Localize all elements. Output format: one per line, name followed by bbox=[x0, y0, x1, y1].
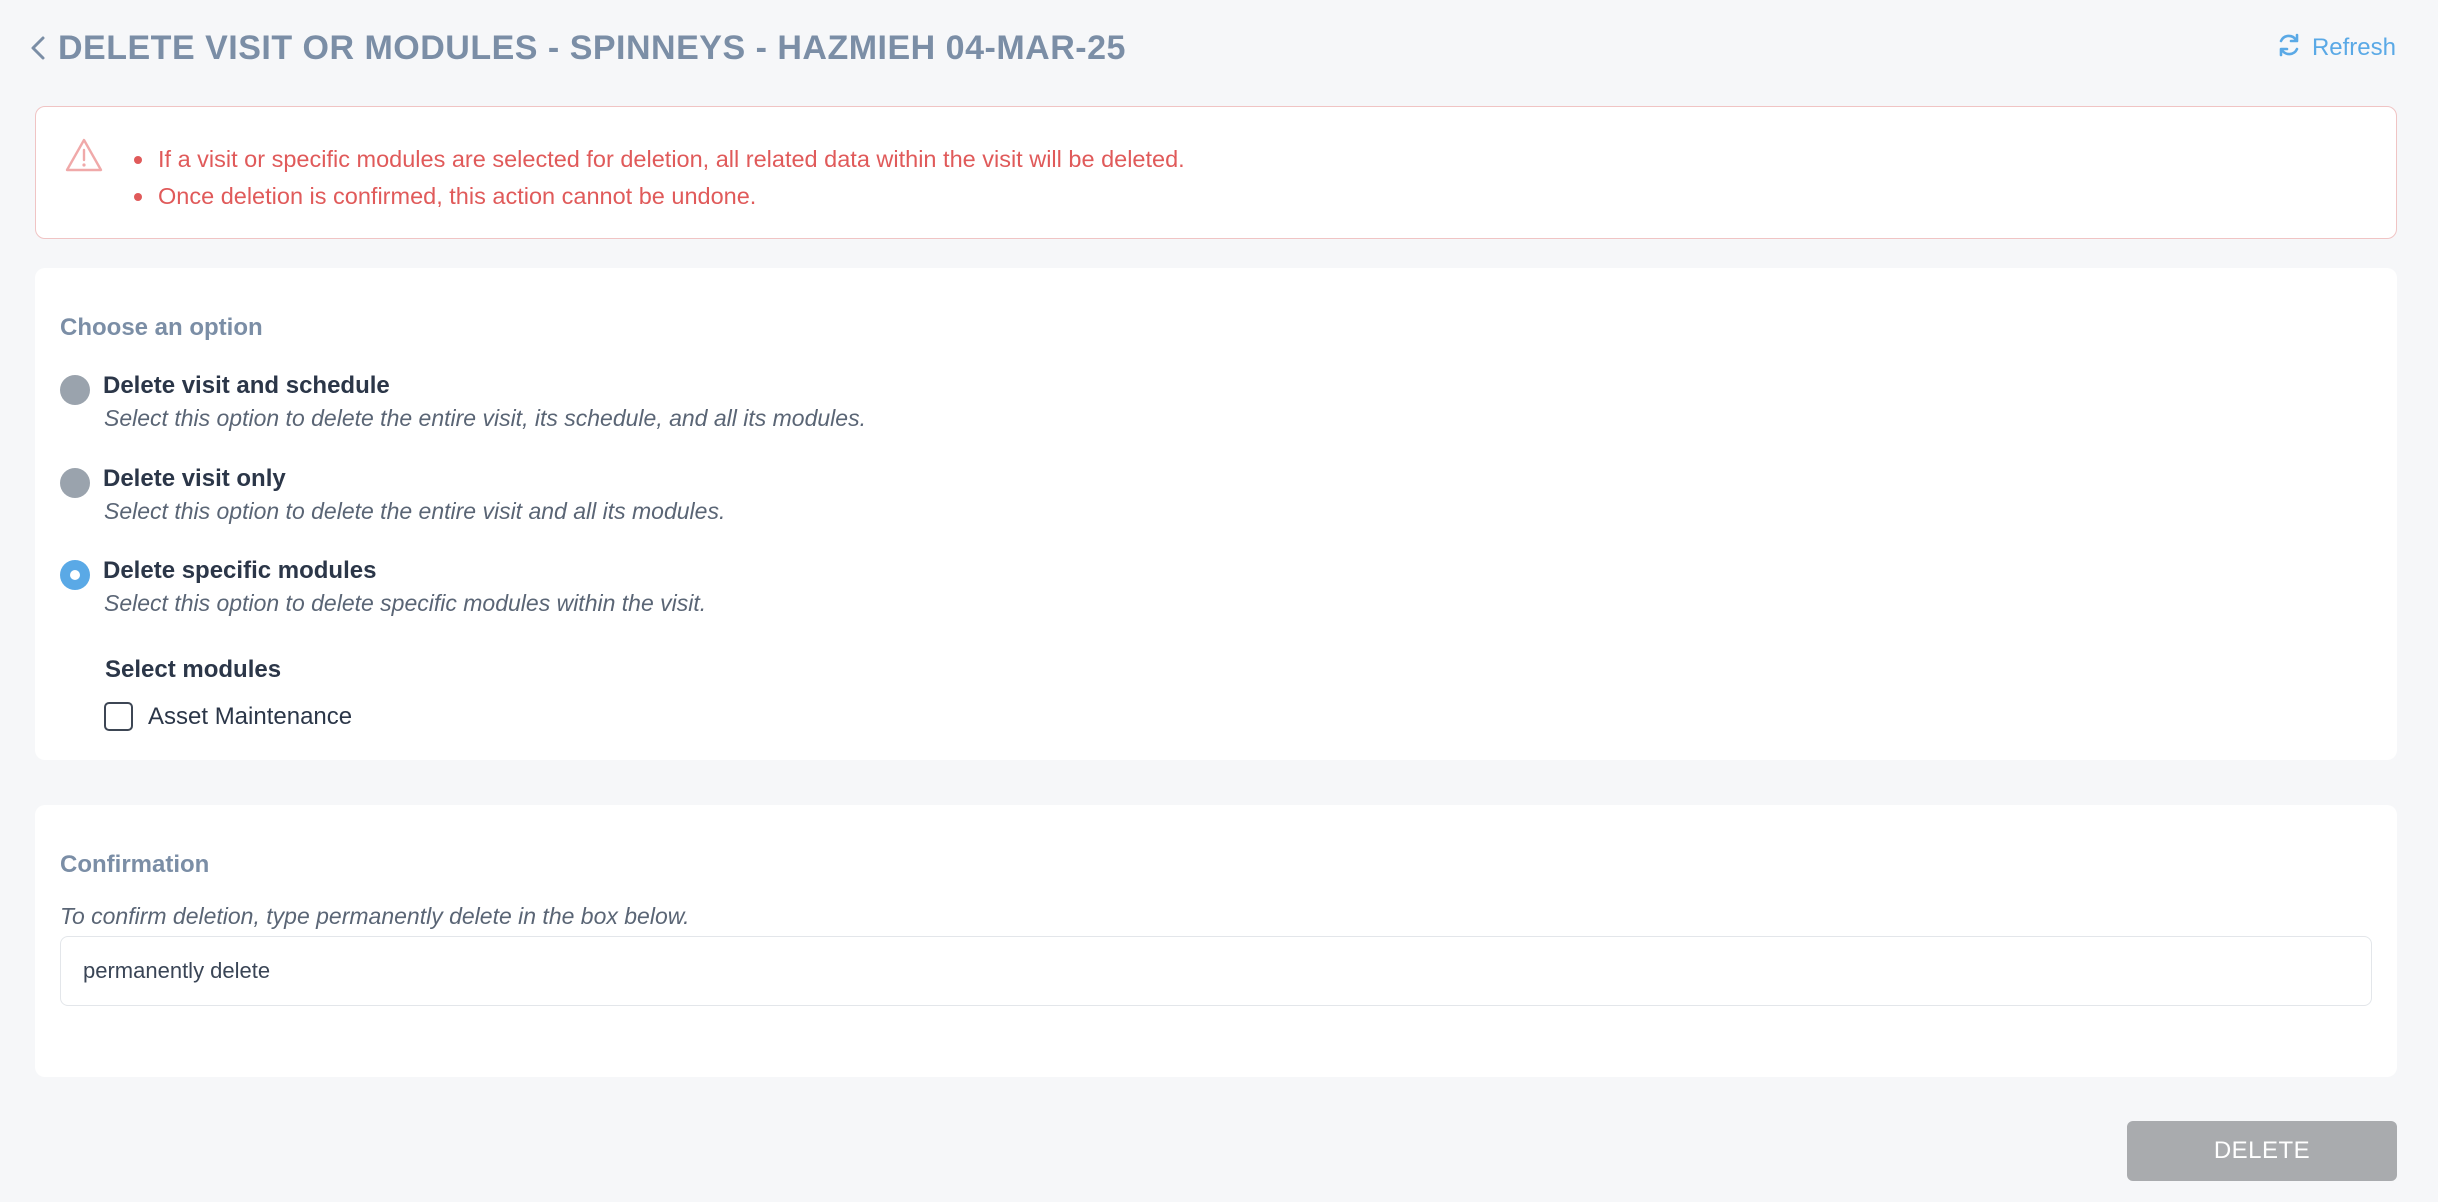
confirmation-label: Confirmation bbox=[60, 851, 210, 878]
confirmation-description: To confirm deletion, type permanently de… bbox=[60, 903, 690, 929]
option-title[interactable]: Delete visit only bbox=[103, 465, 286, 493]
chevron-left-icon[interactable] bbox=[30, 33, 52, 63]
radio-delete-visit-only[interactable] bbox=[60, 468, 90, 498]
delete-button[interactable]: DELETE bbox=[2127, 1121, 2397, 1181]
module-checkbox[interactable] bbox=[104, 702, 133, 731]
warning-box: If a visit or specific modules are selec… bbox=[35, 106, 2397, 239]
refresh-button[interactable]: Refresh bbox=[2276, 32, 2396, 65]
page-title: DELETE VISIT OR MODULES - SPINNEYS - HAZ… bbox=[58, 28, 1126, 67]
option-title[interactable]: Delete visit and schedule bbox=[103, 372, 390, 400]
title-wrap: DELETE VISIT OR MODULES - SPINNEYS - HAZ… bbox=[30, 29, 1126, 68]
option-description: Select this option to delete the entire … bbox=[104, 498, 726, 524]
option-description: Select this option to delete the entire … bbox=[104, 405, 866, 431]
warning-triangle-icon bbox=[64, 137, 104, 173]
warning-item: If a visit or specific modules are selec… bbox=[134, 141, 1185, 178]
confirmation-card: Confirmation To confirm deletion, type p… bbox=[35, 805, 2397, 1077]
module-asset-maintenance[interactable]: Asset Maintenance bbox=[104, 702, 352, 731]
radio-delete-specific-modules[interactable] bbox=[60, 560, 90, 590]
option-description: Select this option to delete specific mo… bbox=[104, 590, 707, 616]
refresh-icon bbox=[2276, 32, 2302, 65]
module-label[interactable]: Asset Maintenance bbox=[148, 703, 352, 731]
options-card: Choose an option Delete visit and schedu… bbox=[35, 268, 2397, 760]
option-title[interactable]: Delete specific modules bbox=[103, 557, 376, 585]
page: DELETE VISIT OR MODULES - SPINNEYS - HAZ… bbox=[0, 0, 2438, 1202]
radio-delete-visit-and-schedule[interactable] bbox=[60, 375, 90, 405]
warning-list: If a visit or specific modules are selec… bbox=[134, 141, 1185, 215]
header: DELETE VISIT OR MODULES - SPINNEYS - HAZ… bbox=[30, 22, 2398, 74]
select-modules-label: Select modules bbox=[105, 656, 282, 683]
refresh-label: Refresh bbox=[2311, 34, 2396, 61]
confirmation-input[interactable] bbox=[60, 936, 2372, 1006]
choose-option-label: Choose an option bbox=[60, 314, 263, 341]
warning-item: Once deletion is confirmed, this action … bbox=[134, 178, 1185, 215]
